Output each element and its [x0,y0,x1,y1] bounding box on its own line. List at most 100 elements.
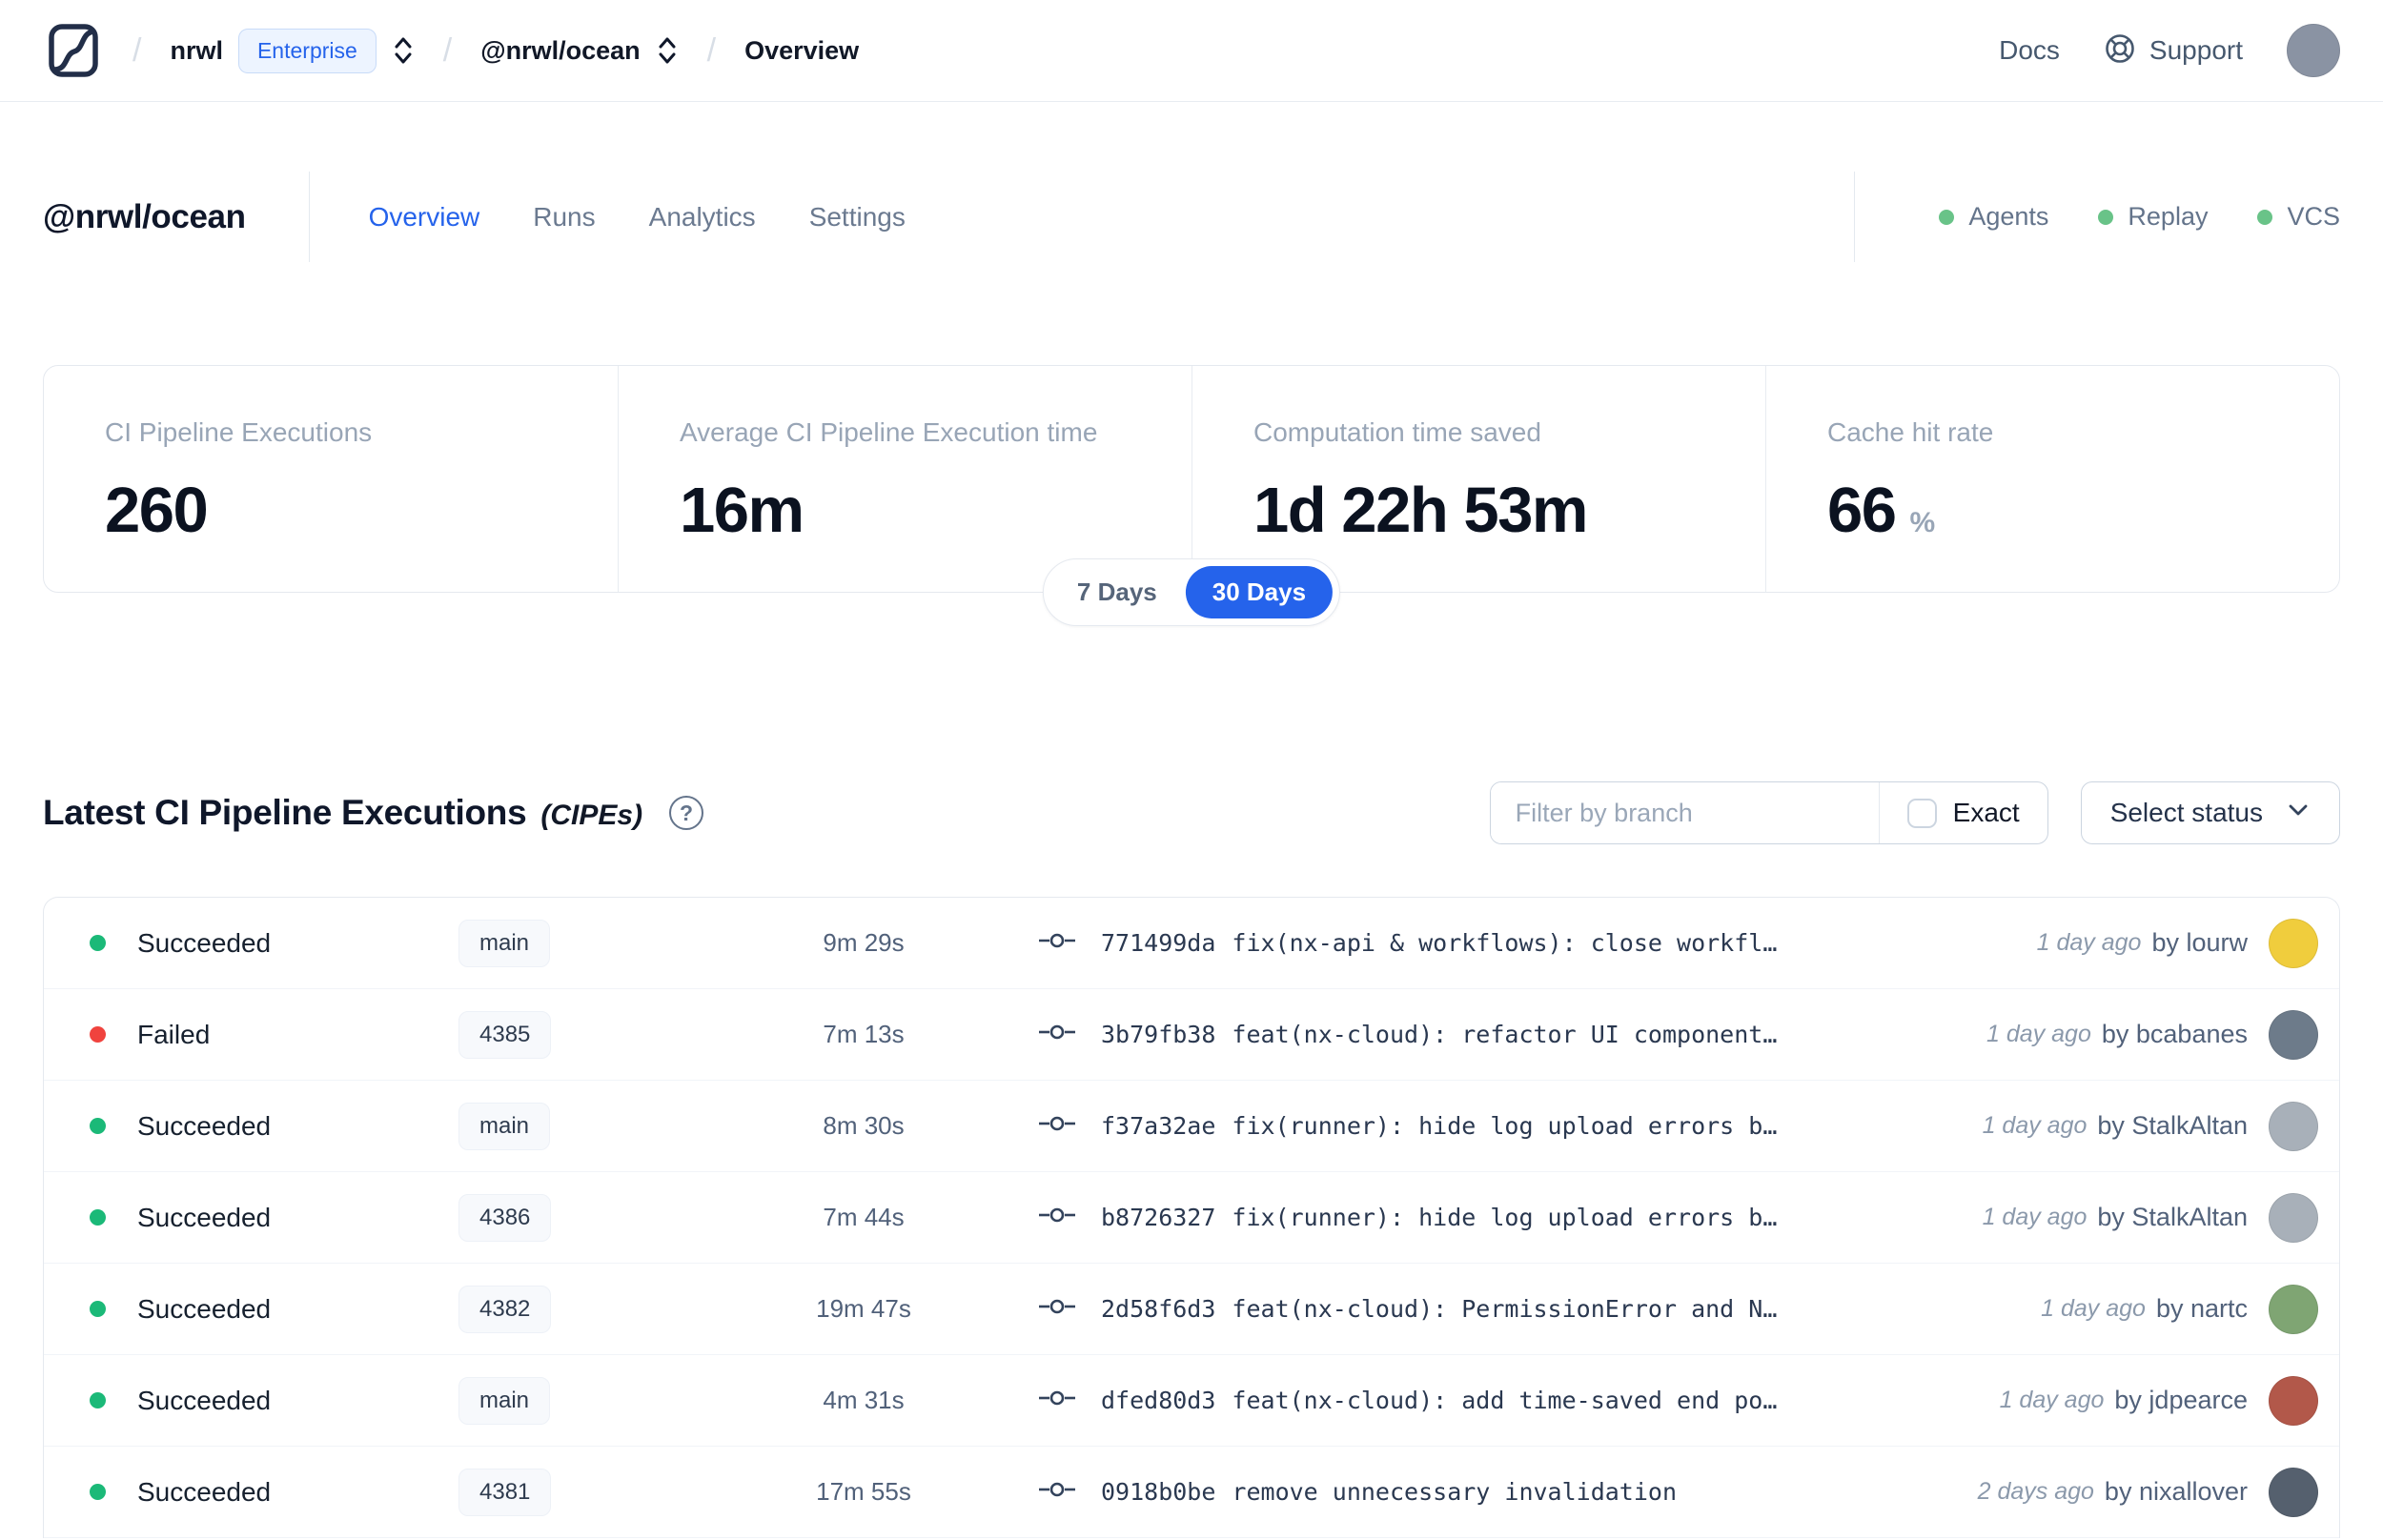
breadcrumb-org[interactable]: nrwl [170,36,223,66]
status-filter-dropdown[interactable]: Select status [2080,781,2340,844]
status-dot-icon [90,1484,106,1500]
commit-message: feat(nx-cloud): add time-saved end po… [1232,1387,1778,1414]
tab-runs[interactable]: Runs [533,202,595,233]
author-avatar [2269,1009,2318,1060]
duration: 17m 55s [816,1477,911,1506]
cipe-row[interactable]: Succeeded main 9m 29s 771499da fix(nx-api… [44,898,2339,989]
breadcrumb-page: Overview [744,35,860,65]
cipe-table: Succeeded main 9m 29s 771499da fix(nx-api… [43,897,2340,1538]
cipe-title-suffix: (CIPEs) [540,800,643,831]
time-ago: 2 days ago [1977,1478,2094,1505]
green-dot-icon [2257,209,2273,225]
git-commit-icon [1038,1022,1076,1047]
divider [308,172,310,262]
time-ago: 1 day ago [2041,1295,2146,1322]
git-commit-icon [1038,1113,1076,1139]
tab-settings[interactable]: Settings [809,202,906,233]
author-avatar [2269,1375,2318,1426]
workspace-tabs: Overview Runs Analytics Settings [369,202,906,233]
author: by StalkAltan [2097,1111,2248,1140]
commit-hash[interactable]: 2d58f6d3 [1101,1295,1215,1323]
period-7days-button[interactable]: 7 Days [1050,566,1184,618]
duration: 19m 47s [816,1294,911,1323]
commit-hash[interactable]: 771499da [1101,929,1215,957]
time-ago: 1 day ago [1982,1204,2088,1230]
cipe-row[interactable]: Succeeded 4381 17m 55s 0918b0be remove un… [44,1447,2339,1538]
git-commit-icon [1038,1296,1076,1322]
time-ago: 1 day ago [1986,1021,2091,1047]
commit-hash[interactable]: 3b79fb38 [1101,1021,1215,1048]
commit-hash[interactable]: b8726327 [1101,1204,1215,1231]
branch-chip[interactable]: 4386 [458,1193,552,1242]
commit-message: fix(nx-api & workflows): close workfl… [1232,929,1778,957]
stat-card-cipe-count: CI Pipeline Executions 260 [105,417,373,546]
git-commit-icon [1038,1205,1076,1230]
author: by jdpearce [2114,1386,2248,1414]
commit-hash[interactable]: 0918b0be [1101,1478,1215,1506]
status-dot-icon [90,935,106,951]
exact-match-toggle[interactable]: Exact [1880,782,2047,843]
tab-overview[interactable]: Overview [369,202,480,233]
help-icon[interactable]: ? [669,796,704,830]
top-nav: / nrwl Enterprise / @nrwl/ocean / Overvi… [0,0,2383,102]
branch-chip[interactable]: main [458,919,551,967]
author: by nixallover [2104,1477,2248,1506]
percent-unit: % [1909,507,1936,538]
duration: 8m 30s [823,1111,905,1140]
exact-checkbox[interactable] [1906,798,1937,828]
author-avatar [2269,1467,2318,1517]
chevron-down-icon [2286,798,2311,829]
author: by StalkAltan [2097,1203,2248,1231]
author: by nartc [2155,1294,2248,1323]
status-dot-icon [90,1118,106,1134]
cipe-row[interactable]: Succeeded main 8m 30s f37a32ae fix(runner… [44,1081,2339,1172]
commit-message: feat(nx-cloud): PermissionError and N… [1232,1295,1778,1323]
breadcrumb-workspace[interactable]: @nrwl/ocean [480,36,640,66]
divider [1854,172,1856,262]
workspace-switcher-icon[interactable] [656,34,679,67]
status-dot-icon [90,1026,106,1043]
org-switcher-icon[interactable] [392,34,415,67]
branch-chip[interactable]: 4382 [458,1285,552,1333]
author: by bcabanes [2101,1020,2248,1048]
support-link[interactable]: Support [2104,32,2243,70]
cipe-row[interactable]: Succeeded 4382 19m 47s 2d58f6d3 feat(nx-c… [44,1264,2339,1355]
user-avatar[interactable] [2287,24,2340,77]
cipe-title: Latest CI Pipeline Executions [43,793,527,832]
green-dot-icon [1939,209,1955,225]
branch-chip[interactable]: main [458,1376,551,1425]
branch-filter-input[interactable] [1490,782,1879,843]
tab-analytics[interactable]: Analytics [649,202,756,233]
cipe-section-header: Latest CI Pipeline Executions (CIPEs) ? … [43,781,2340,844]
author-avatar [2269,1101,2318,1151]
page-title: @nrwl/ocean [43,197,246,235]
commit-message: remove unnecessary invalidation [1232,1478,1678,1506]
nx-cloud-logo-icon[interactable] [43,20,104,81]
author-avatar [2269,918,2318,968]
branch-filter-group: Exact [1489,781,2048,844]
status-dot-icon [90,1301,106,1317]
period-30days-button[interactable]: 30 Days [1185,566,1334,618]
branch-chip[interactable]: 4381 [458,1468,552,1516]
git-commit-icon [1038,1388,1076,1413]
lifebuoy-icon [2104,32,2136,70]
breadcrumb-separator: / [706,31,717,69]
cipe-row[interactable]: Succeeded 4386 7m 44s b8726327 fix(runner… [44,1172,2339,1264]
time-ago: 1 day ago [2036,929,2142,956]
breadcrumb-separator: / [442,31,453,69]
time-ago: 1 day ago [1982,1112,2088,1139]
docs-link[interactable]: Docs [1999,35,2060,66]
stats-cards: CI Pipeline Executions 260 Average CI Pi… [43,365,2340,626]
cipe-row[interactable]: Failed 4385 7m 13s 3b79fb38 feat(nx-cloud… [44,989,2339,1081]
branch-chip[interactable]: main [458,1102,551,1150]
duration: 9m 29s [823,928,905,957]
status-dot-icon [90,1209,106,1226]
branch-chip[interactable]: 4385 [458,1010,552,1059]
git-commit-icon [1038,1479,1076,1505]
commit-hash[interactable]: dfed80d3 [1101,1387,1215,1414]
commit-message: fix(runner): hide log upload errors b… [1232,1112,1778,1140]
commit-message: fix(runner): hide log upload errors b… [1232,1204,1778,1231]
author-avatar [2269,1192,2318,1243]
cipe-row[interactable]: Succeeded main 4m 31s dfed80d3 feat(nx-cl… [44,1355,2339,1447]
commit-hash[interactable]: f37a32ae [1101,1112,1215,1140]
